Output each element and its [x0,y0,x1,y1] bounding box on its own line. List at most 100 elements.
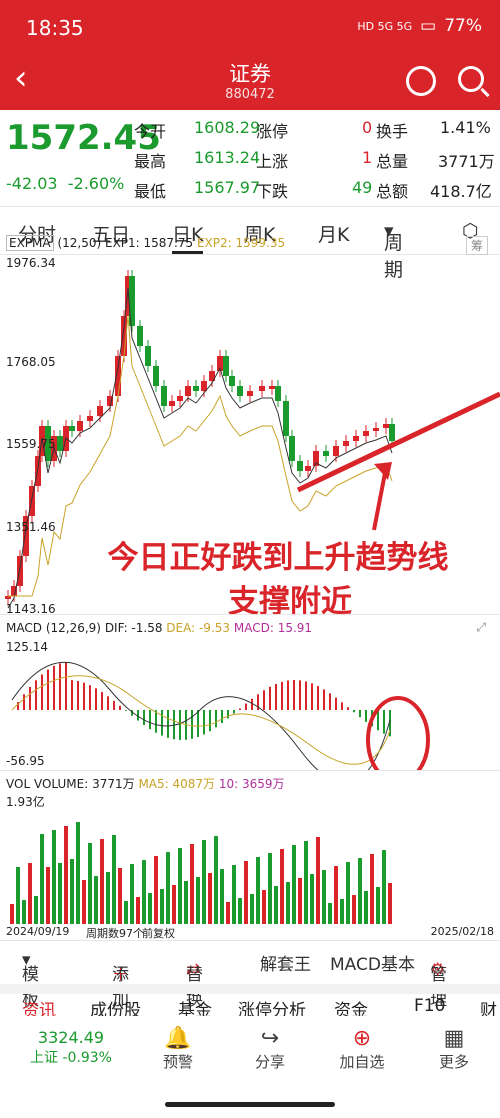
alert-button[interactable]: 🔔 预警 [138,1026,218,1072]
macd-chart [11,662,430,770]
bottom-bar: 3324.49 上证 -0.93% 🔔 预警 ↪ 分享 ⊕ 加自选 ▦ 更多 [0,1016,500,1096]
dea-value: DEA: -9.53 [166,621,231,635]
dif-value: DIF: -1.58 [104,621,163,635]
volume-bar [286,882,290,924]
limit-up-label: 涨停 [256,122,289,141]
vol-name[interactable]: VOL [6,777,30,791]
tab-capital[interactable]: 资金 [334,996,368,1018]
volume-bar [148,893,152,924]
expma-name[interactable]: EXPMA [6,235,54,251]
open-value: 1608.29 [194,118,261,137]
amount-label: 总额 [376,182,409,201]
index-ticker[interactable]: 3324.49 上证 -0.93% [30,1028,112,1067]
chip-button[interactable]: 筹 [465,236,488,255]
tab-monthly-k[interactable]: 月K [318,220,349,247]
volume-bar [358,858,362,924]
bell-icon: 🔔 [164,1026,192,1051]
sub-tabs: 资讯 成份股 基金 涨停分析 资金 F10 财 [0,996,500,1018]
turnover-label: 换手 [376,122,409,141]
candle [259,386,265,391]
battery-icon: ▭ [420,16,437,36]
grid-icon: ▦ [443,1026,465,1051]
more-button[interactable]: ▦ 更多 [414,1026,494,1072]
tab-f10[interactable]: F10 [414,996,445,1016]
volume-bar [190,844,194,924]
volume-bar [172,885,176,924]
candle [343,441,349,446]
vol-value: VOLUME: 3771万 [33,777,135,791]
candle [373,428,379,431]
tab-finance[interactable]: 财 [480,996,497,1018]
macd-tick-min: -56.95 [6,754,45,768]
candle [185,386,191,396]
volume-bar [232,865,236,924]
volume-bar [76,822,80,924]
candle [353,436,359,441]
fall-label: 下跌 [256,182,289,201]
candle [169,401,175,406]
alert-icon[interactable] [406,66,436,96]
volume-bar [382,850,386,924]
add-watchlist-label: 加自选 [339,1053,385,1071]
share-button[interactable]: ↪ 分享 [230,1026,310,1072]
volume-bar [280,849,284,924]
y-tick-4: 1351.46 [6,520,56,534]
volume-bar [112,835,116,924]
volume-bar [316,837,320,924]
change-value: -42.03 [6,174,58,193]
volume-bar [28,863,32,924]
tab-constituents[interactable]: 成份股 [90,996,141,1018]
candle [69,426,75,431]
candle [297,461,303,471]
candle [383,424,389,428]
candle [137,326,143,346]
expand-icon[interactable]: ⤢ [476,620,486,635]
candle [283,401,289,436]
status-time: 18:35 [26,16,84,40]
dif-line [11,662,391,770]
candle [97,406,103,416]
candle [129,276,135,326]
chart-toolbar: 模板 ▾ ＋添加 ⇄ 替换 解套王 MACD基本 ⚙ 管理 [0,940,500,1010]
x-start: 2024/09/19 [6,925,70,938]
candle [29,486,35,516]
expma-header: EXPMA (12,50) EXP1: 1587.75 EXP2: 1599.3… [6,235,285,251]
candle [57,436,63,451]
index-label: 上证 -0.93% [30,1050,112,1066]
tab-period[interactable]: 周期 ▾ [384,220,403,281]
macd-name[interactable]: MACD [6,621,42,635]
nav-bar: ‹ 证券 880472 [0,54,500,110]
template-button[interactable]: 模板 ▾ [22,950,39,1010]
candle [201,381,207,391]
exp1-value: EXP1: 1587.75 [104,236,194,250]
candle [229,376,235,386]
search-icon[interactable] [458,66,484,92]
volume-bar [100,839,104,924]
volume-bar [310,874,314,924]
tab-news[interactable]: 资讯 [22,996,56,1018]
volume-bar [298,878,302,924]
macd-basic-button[interactable]: MACD基本 [330,950,415,975]
more-label: 更多 [438,1053,469,1071]
share-icon: ↪ [260,1026,280,1051]
tab-fund[interactable]: 基金 [178,996,212,1018]
y-tick-3: 1559.75 [6,437,56,451]
dea-line [11,675,391,765]
volume-label: 总量 [376,152,409,171]
volume-bar [226,902,230,924]
unlock-button[interactable]: 解套王 [260,950,311,975]
volume-bar [256,857,260,924]
candle [305,466,311,471]
signal-icon: HD 5G 5G [357,19,413,33]
low-value: 1567.97 [194,178,261,197]
volume-bar [46,867,50,924]
candle [363,431,369,436]
limit-up-value: 0 [362,118,373,137]
candle [77,421,83,431]
volume-bar [124,901,128,924]
open-label: 今开 [134,122,167,141]
tab-limit-up[interactable]: 涨停分析 [238,996,306,1018]
add-watchlist-button[interactable]: ⊕ 加自选 [322,1026,402,1072]
plus-circle-icon: ⊕ [352,1026,372,1051]
battery-level: 77% [444,16,482,36]
